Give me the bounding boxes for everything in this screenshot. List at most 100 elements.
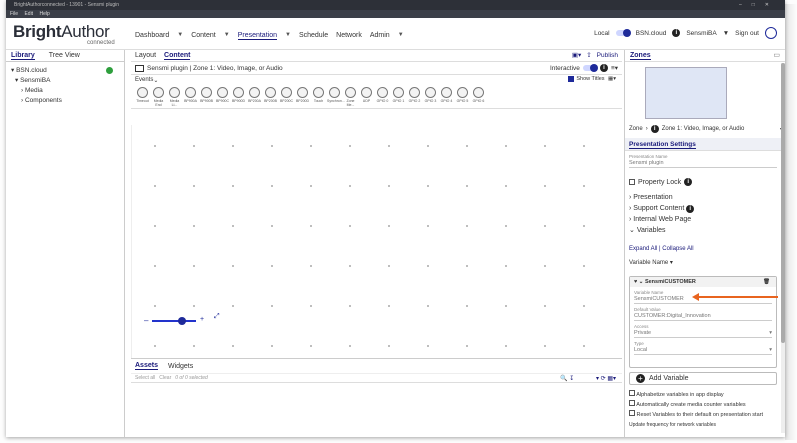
property-lock-row[interactable]: Property Lock i: [629, 178, 693, 186]
zoom-in-icon[interactable]: +: [200, 316, 204, 323]
event-tool-8[interactable]: BP200B: [263, 85, 278, 108]
event-tool-7[interactable]: BP200A: [247, 85, 262, 108]
nav-network[interactable]: Network: [336, 32, 362, 40]
option-alphabetize[interactable]: Alphabetize variables in app display: [629, 390, 763, 400]
user-name[interactable]: SensmiBA: [686, 30, 716, 37]
grid-dot: [466, 225, 468, 227]
tree-item-bsn-cloud[interactable]: ▾ BSN.cloud: [11, 66, 119, 76]
zoom-slider[interactable]: – + ⤢: [144, 313, 220, 325]
event-tool-11[interactable]: Touch: [311, 85, 326, 108]
menu-help[interactable]: Help: [39, 11, 49, 17]
event-tool-1[interactable]: Media End: [151, 85, 166, 108]
zone-select[interactable]: Zone› i Zone 1: Video, Image, or Audio▾: [629, 124, 783, 134]
section-presentation[interactable]: › Presentation: [625, 192, 781, 203]
grid-dot: [466, 305, 468, 307]
event-tool-0[interactable]: Timeout: [135, 85, 150, 108]
event-tool-21[interactable]: GPIO 6: [471, 85, 486, 108]
grid-dot: [583, 185, 585, 187]
info-icon[interactable]: i: [599, 64, 608, 72]
chevron-down-icon[interactable]: ▼: [224, 32, 230, 40]
event-tool-3[interactable]: BP900A: [183, 85, 198, 108]
show-titles-checkbox[interactable]: [568, 76, 575, 82]
chevron-down-icon[interactable]: ▼: [177, 32, 183, 40]
panel-icon[interactable]: ▭: [773, 50, 780, 62]
tree-item-media[interactable]: › Media: [11, 86, 119, 96]
event-tool-icon: [153, 87, 164, 98]
collapse-all-link[interactable]: Collapse All: [662, 246, 693, 252]
grid-dot: [466, 345, 468, 347]
chevron-down-icon[interactable]: ▼: [723, 30, 729, 37]
user-avatar[interactable]: [765, 27, 777, 39]
nav-schedule[interactable]: Schedule: [299, 32, 328, 40]
info-icon[interactable]: i: [684, 178, 693, 186]
info-icon[interactable]: i: [672, 29, 681, 37]
tree-item-components[interactable]: › Components: [11, 96, 119, 106]
default-value-field[interactable]: CUSTOMER:Digital_Innovation: [634, 312, 772, 321]
event-tool-2[interactable]: Media Li...: [167, 85, 182, 108]
fit-icon[interactable]: ⤢: [214, 313, 220, 321]
event-tool-14[interactable]: UDP: [359, 85, 374, 108]
expand-all-link[interactable]: Expand All: [629, 246, 657, 252]
zoom-out-icon[interactable]: –: [144, 316, 148, 325]
tab-content[interactable]: Content: [164, 52, 191, 60]
interactive-toggle[interactable]: [582, 64, 598, 72]
share-icon[interactable]: ⇪: [586, 51, 591, 59]
nav-presentation[interactable]: Presentation: [237, 32, 277, 40]
property-lock-checkbox[interactable]: [629, 179, 635, 185]
event-tool-5[interactable]: BP900C: [215, 85, 230, 108]
presentation-name-field[interactable]: Presentation Name Sensmi plugin: [629, 154, 777, 168]
local-cloud-toggle[interactable]: [615, 29, 631, 37]
chevron-down-icon[interactable]: ▼: [285, 32, 291, 40]
variable-card-header[interactable]: ♥ ⌄ SensmiCUSTOMER 🗑: [630, 277, 776, 287]
event-tool-13[interactable]: Zone Me...: [343, 85, 358, 108]
event-tool-20[interactable]: GPIO 5: [455, 85, 470, 108]
event-tool-17[interactable]: GPIO 2: [407, 85, 422, 108]
menu-file[interactable]: File: [10, 11, 18, 17]
editor-tabs: Layout Content: [131, 50, 622, 62]
nav-dashboard[interactable]: Dashboard: [135, 32, 169, 40]
access-select[interactable]: Private ▾: [634, 329, 772, 338]
section-support-content[interactable]: › Support Content i: [625, 203, 781, 214]
tab-layout[interactable]: Layout: [135, 52, 156, 59]
event-tool-10[interactable]: BP200D: [295, 85, 310, 108]
event-tool-16[interactable]: GPIO 1: [391, 85, 406, 108]
type-select[interactable]: Local ▾: [634, 346, 772, 355]
event-tool-18[interactable]: GPIO 3: [423, 85, 438, 108]
search-icon[interactable]: 🔍 ↧ ▾ ⟳ ▦▾: [560, 375, 616, 382]
publish-button[interactable]: Publish: [597, 52, 618, 59]
show-titles-toggle[interactable]: Show Titles ▦▾: [568, 76, 616, 82]
tree-item-sensmiba[interactable]: ▾ SensmiBA: [11, 76, 119, 86]
events-dropdown[interactable]: Events: [135, 77, 153, 83]
save-icon[interactable]: ▣▾: [572, 51, 581, 59]
tab-library[interactable]: Library: [11, 52, 35, 60]
tab-widgets[interactable]: Widgets: [168, 363, 193, 370]
event-tool-4[interactable]: BP900B: [199, 85, 214, 108]
variable-name-sort[interactable]: Variable Name ▾: [629, 259, 673, 266]
menu-icon[interactable]: ≡▾: [611, 64, 618, 72]
event-tool-19[interactable]: GPIO 4: [439, 85, 454, 108]
section-variables[interactable]: ⌄ Variables: [625, 225, 781, 236]
zoom-slider-handle[interactable]: [178, 317, 186, 325]
tab-assets[interactable]: Assets: [135, 362, 158, 370]
properties-scrollbar[interactable]: [781, 63, 785, 433]
nav-admin[interactable]: Admin: [370, 32, 390, 40]
option-media-counter[interactable]: Automatically create media counter varia…: [629, 400, 763, 410]
select-all-link[interactable]: Select all: [135, 375, 155, 381]
menu-edit[interactable]: Edit: [24, 11, 33, 17]
delete-icon[interactable]: 🗑: [763, 277, 770, 287]
nav-content[interactable]: Content: [191, 32, 216, 40]
tab-tree-view[interactable]: Tree View: [49, 52, 80, 59]
chevron-down-icon[interactable]: ⌄: [153, 77, 158, 84]
event-tool-6[interactable]: BP900D: [231, 85, 246, 108]
chevron-down-icon[interactable]: ▼: [398, 32, 404, 40]
window-controls[interactable]: –□✕: [739, 0, 779, 10]
event-tool-12[interactable]: Synchron...: [327, 85, 345, 108]
event-tool-9[interactable]: BP200C: [279, 85, 294, 108]
zone-preview[interactable]: [645, 67, 727, 119]
clear-link[interactable]: Clear: [159, 375, 171, 381]
event-tool-15[interactable]: GPIO 0: [375, 85, 390, 108]
option-reset-variables[interactable]: Reset Variables to their default on pres…: [629, 410, 763, 420]
section-internal-web-page[interactable]: › Internal Web Page: [625, 214, 781, 225]
add-variable-button[interactable]: + Add Variable: [629, 372, 777, 385]
sign-out-link[interactable]: Sign out: [735, 30, 759, 37]
